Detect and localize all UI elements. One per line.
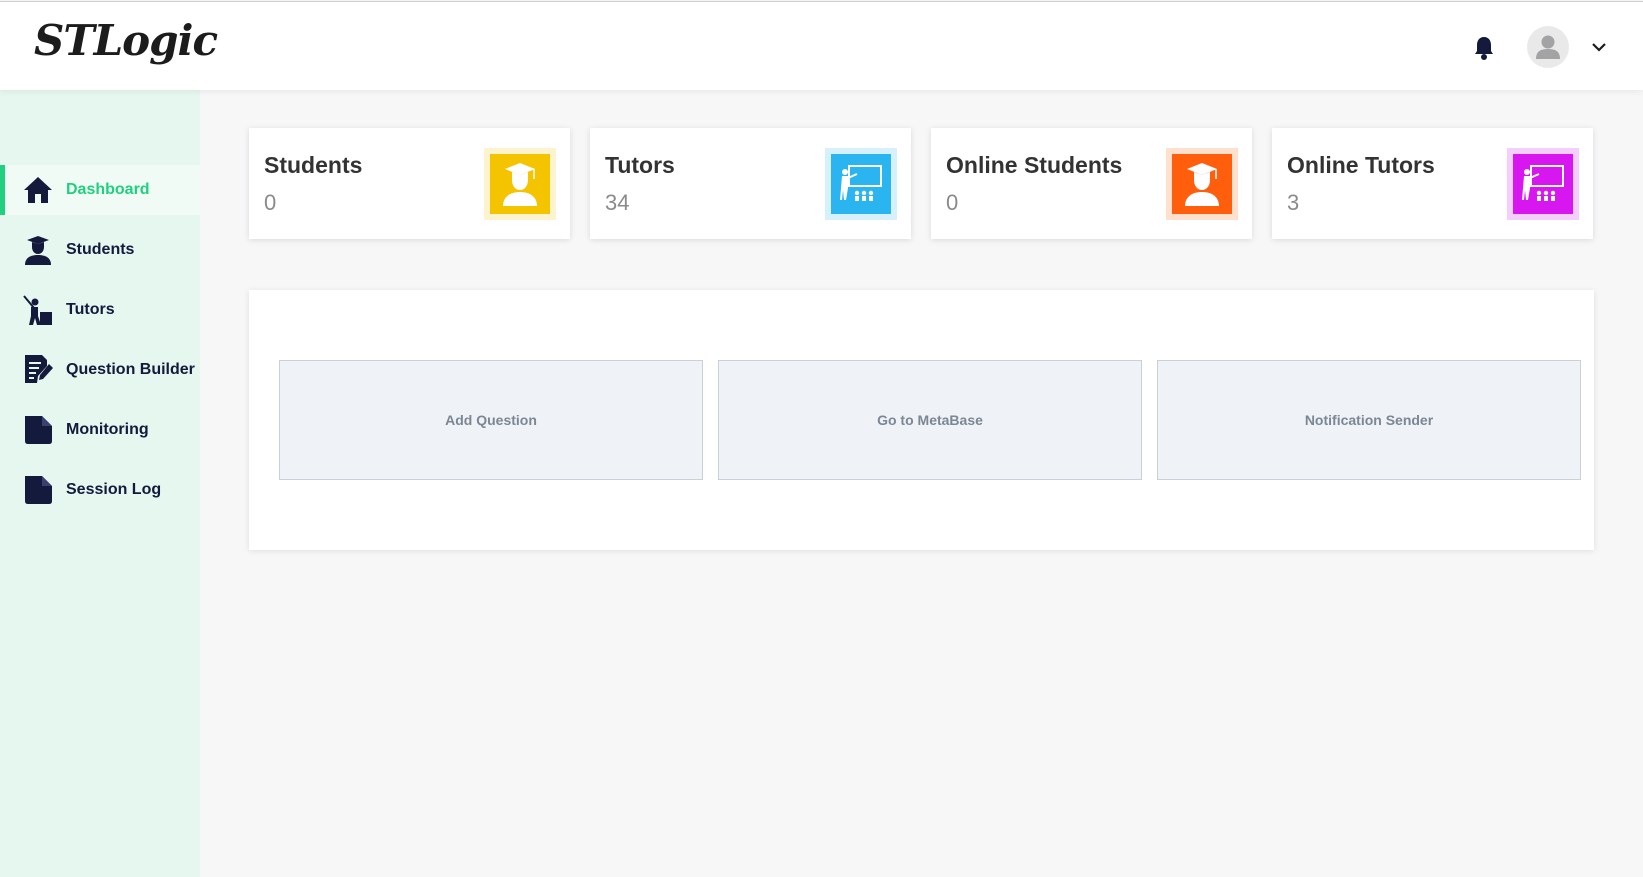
- sidebar-item-label: Tutors: [66, 301, 115, 318]
- graduate-icon: [1166, 148, 1238, 220]
- stat-card-online-tutors[interactable]: Online Tutors 3: [1272, 128, 1593, 239]
- stat-card-students[interactable]: Students 0: [249, 128, 570, 239]
- sidebar-item-dashboard[interactable]: Dashboard: [0, 165, 200, 215]
- sidebar-item-tutors[interactable]: Tutors: [0, 285, 200, 335]
- stat-card-tutors[interactable]: Tutors 34: [590, 128, 911, 239]
- stat-card-online-students[interactable]: Online Students 0: [931, 128, 1252, 239]
- bell-icon[interactable]: [1473, 35, 1495, 61]
- sidebar-item-label: Monitoring: [66, 421, 149, 438]
- document-icon: [22, 474, 54, 506]
- teacher-icon: [1507, 148, 1579, 220]
- stat-title: Online Students: [946, 152, 1123, 178]
- stat-value: 0: [264, 190, 277, 215]
- sidebar-item-label: Dashboard: [66, 181, 150, 198]
- sidebar: Dashboard Students Tutors Question Build…: [0, 89, 200, 877]
- chevron-down-icon[interactable]: [1591, 40, 1607, 54]
- sidebar-item-monitoring[interactable]: Monitoring: [0, 405, 200, 455]
- tutor-icon: [22, 294, 54, 326]
- sidebar-item-students[interactable]: Students: [0, 225, 200, 275]
- sidebar-item-label: Question Builder: [66, 361, 195, 378]
- stat-title: Online Tutors: [1287, 152, 1435, 178]
- sidebar-item-label: Students: [66, 241, 135, 258]
- go-to-metabase-button[interactable]: Go to MetaBase: [718, 360, 1142, 480]
- stat-value: 3: [1287, 190, 1300, 215]
- stat-title: Students: [264, 152, 363, 178]
- top-bar: STLogic: [0, 1, 1643, 90]
- user-avatar-icon[interactable]: [1527, 26, 1569, 68]
- graduate-icon: [484, 148, 556, 220]
- edit-document-icon: [22, 354, 54, 386]
- sidebar-item-session-log[interactable]: Session Log: [0, 465, 200, 515]
- home-icon: [22, 174, 54, 206]
- stat-value: 0: [946, 190, 959, 215]
- document-icon: [22, 414, 54, 446]
- quick-actions-panel: Add Question Go to MetaBase Notification…: [249, 290, 1594, 550]
- app-logo[interactable]: STLogic: [34, 16, 218, 65]
- sidebar-item-label: Session Log: [66, 481, 162, 498]
- stat-value: 34: [605, 190, 630, 215]
- student-icon: [22, 234, 54, 266]
- stat-title: Tutors: [605, 152, 675, 178]
- notification-sender-button[interactable]: Notification Sender: [1157, 360, 1581, 480]
- sidebar-item-question-builder[interactable]: Question Builder: [0, 345, 200, 395]
- add-question-button[interactable]: Add Question: [279, 360, 703, 480]
- teacher-icon: [825, 148, 897, 220]
